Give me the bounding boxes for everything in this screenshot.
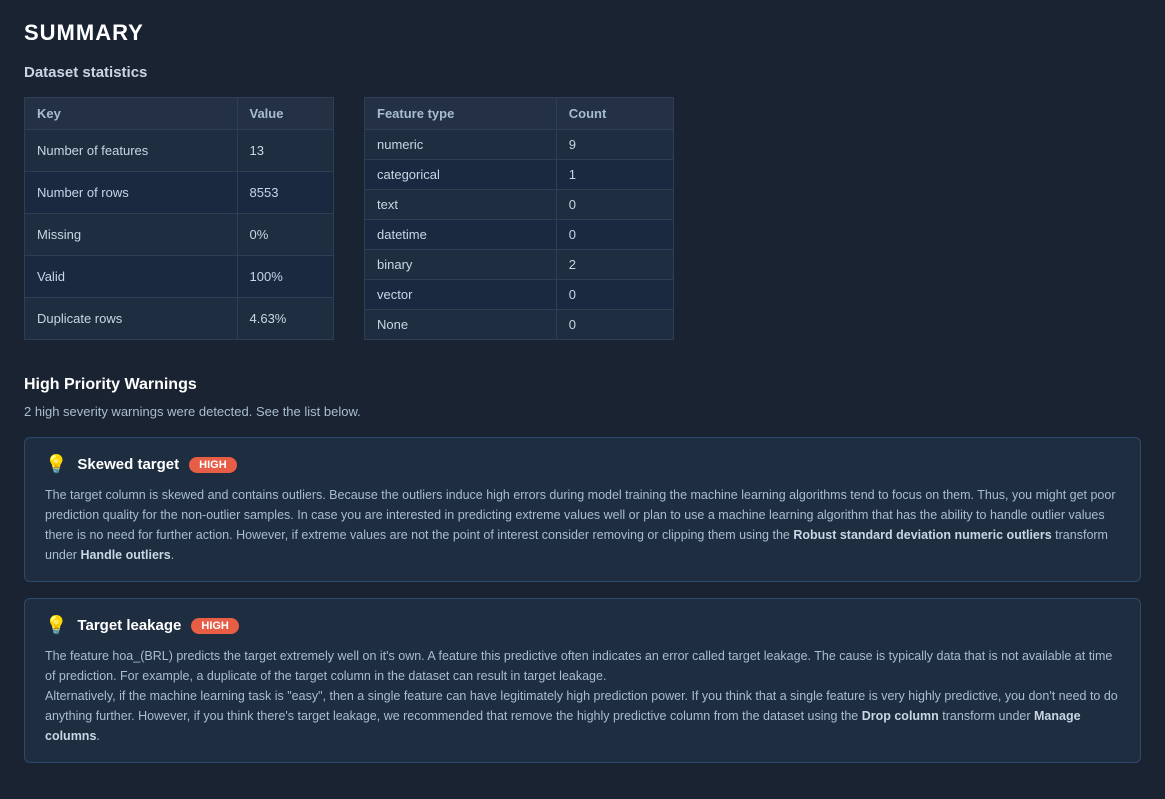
table-cell-count: 1 xyxy=(556,160,673,190)
warning-text-leakage-1: The feature hoa_(BRL) predicts the targe… xyxy=(45,649,1112,683)
warning-title-leakage: Target leakage xyxy=(77,617,181,634)
table-row: Missing0% xyxy=(25,214,334,256)
table-spacer xyxy=(334,97,364,340)
table-cell-key: Duplicate rows xyxy=(25,298,238,340)
table-cell-count: 0 xyxy=(556,280,673,310)
col-header-count: Count xyxy=(556,98,673,130)
table-cell-count: 0 xyxy=(556,220,673,250)
table-row: categorical1 xyxy=(365,160,674,190)
warning-text-leakage-4: . xyxy=(96,729,99,743)
feature-type-table: Feature type Count numeric9categorical1t… xyxy=(364,97,674,340)
table-cell-value: 100% xyxy=(237,256,334,298)
warning-bold-skewed-2: Handle outliers xyxy=(80,548,170,562)
warning-text-leakage-3: transform under xyxy=(939,709,1034,723)
table-cell-count: 0 xyxy=(556,190,673,220)
key-value-table: Key Value Number of features13Number of … xyxy=(24,97,334,340)
dataset-statistics-section: Dataset statistics Key Value Number of f… xyxy=(24,64,1141,340)
table-row: Number of features13 xyxy=(25,130,334,172)
table-row: numeric9 xyxy=(365,130,674,160)
dataset-statistics-title: Dataset statistics xyxy=(24,64,1141,81)
table-cell-key: Number of features xyxy=(25,130,238,172)
table-cell-value: 4.63% xyxy=(237,298,334,340)
badge-high-skewed: High xyxy=(189,457,237,473)
table-row: text0 xyxy=(365,190,674,220)
table-cell-key: Missing xyxy=(25,214,238,256)
warning-header-skewed: 💡 Skewed target High xyxy=(45,454,1120,475)
table-row: Valid100% xyxy=(25,256,334,298)
stats-tables-container: Key Value Number of features13Number of … xyxy=(24,97,1141,340)
table-cell-feature-type: datetime xyxy=(365,220,557,250)
table-row: datetime0 xyxy=(365,220,674,250)
warning-body-skewed: The target column is skewed and contains… xyxy=(45,485,1120,565)
table-cell-value: 13 xyxy=(237,130,334,172)
warnings-section: High Priority Warnings 2 high severity w… xyxy=(24,376,1141,763)
warnings-subtitle: 2 high severity warnings were detected. … xyxy=(24,404,1141,419)
table-cell-feature-type: vector xyxy=(365,280,557,310)
col-header-feature-type: Feature type xyxy=(365,98,557,130)
table-row: vector0 xyxy=(365,280,674,310)
page-title: SUMMARY xyxy=(24,20,1141,46)
warning-body-leakage: The feature hoa_(BRL) predicts the targe… xyxy=(45,646,1120,746)
table-cell-feature-type: numeric xyxy=(365,130,557,160)
warning-card-target-leakage: 💡 Target leakage High The feature hoa_(B… xyxy=(24,598,1141,763)
table-cell-count: 9 xyxy=(556,130,673,160)
table-cell-count: 0 xyxy=(556,310,673,340)
table-row: Number of rows8553 xyxy=(25,172,334,214)
table-cell-feature-type: None xyxy=(365,310,557,340)
table-row: Duplicate rows4.63% xyxy=(25,298,334,340)
warning-text-skewed-3: . xyxy=(171,548,174,562)
warning-title-skewed: Skewed target xyxy=(77,456,179,473)
table-row: None0 xyxy=(365,310,674,340)
table-cell-feature-type: categorical xyxy=(365,160,557,190)
table-cell-value: 0% xyxy=(237,214,334,256)
warning-bold-leakage-1: Drop column xyxy=(862,709,939,723)
table-cell-feature-type: binary xyxy=(365,250,557,280)
table-row: binary2 xyxy=(365,250,674,280)
warning-card-skewed-target: 💡 Skewed target High The target column i… xyxy=(24,437,1141,582)
table-cell-key: Number of rows xyxy=(25,172,238,214)
warning-header-leakage: 💡 Target leakage High xyxy=(45,615,1120,636)
warning-bold-skewed-1: Robust standard deviation numeric outlie… xyxy=(793,528,1051,542)
table-cell-key: Valid xyxy=(25,256,238,298)
table-cell-value: 8553 xyxy=(237,172,334,214)
table-cell-feature-type: text xyxy=(365,190,557,220)
col-header-key: Key xyxy=(25,98,238,130)
col-header-value: Value xyxy=(237,98,334,130)
lightbulb-icon: 💡 xyxy=(45,454,67,475)
badge-high-leakage: High xyxy=(191,618,239,634)
lightbulb-icon-2: 💡 xyxy=(45,615,67,636)
table-cell-count: 2 xyxy=(556,250,673,280)
warnings-title: High Priority Warnings xyxy=(24,376,1141,394)
